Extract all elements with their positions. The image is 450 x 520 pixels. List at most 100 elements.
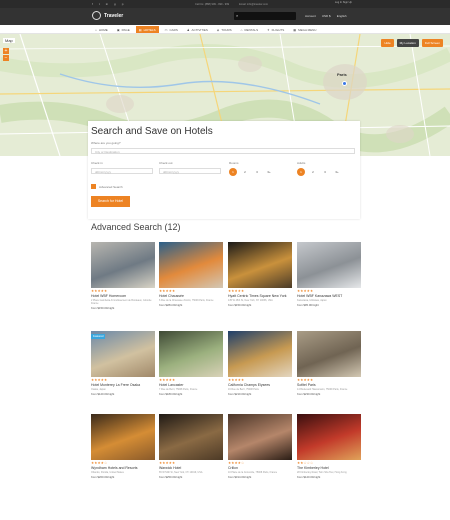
hotel-photo[interactable]	[228, 331, 292, 377]
hotel-card[interactable]: ★★★★★ California Champs Elysees 16 Rue de …	[228, 331, 292, 396]
hotel-card[interactable]: ★★★★★ Hotel Chaussée 6 Rue de la Chaussée …	[159, 242, 223, 307]
hotel-card[interactable]: ★★★★★ Hotel WBF Kanazawa WEST Kanazawa, Is…	[297, 242, 361, 307]
star-rating: ★★★★☆	[228, 461, 245, 465]
hotel-photo[interactable]	[159, 414, 223, 460]
hotel-photo[interactable]	[228, 414, 292, 460]
hotel-address: 14 Boulevard Haussmann, 75009 Paris, Fra…	[297, 388, 348, 391]
pinterest-icon[interactable]: p	[122, 2, 124, 6]
hotel-card[interactable]: ★★★★★ Sofitel Paris 14 Boulevard Haussmann…	[297, 331, 361, 396]
checkout-label: Check out	[159, 161, 173, 165]
hotel-photo[interactable]	[297, 414, 361, 460]
star-rating: ★★★★☆	[91, 461, 108, 465]
account-menu[interactable]: Account	[305, 14, 316, 18]
nav-list: ⌂ HOME ▣ PAGE ▤ HOTELS ▭ CARS ♟ ACTIVITIES ◈ TOURS ⌂…	[92, 26, 319, 33]
adults-label: Adults	[297, 161, 306, 165]
hotel-name[interactable]: Warwick Hotel	[159, 466, 223, 470]
rooms-option[interactable]: 3+	[265, 168, 273, 176]
login-links[interactable]: Log In Sign Up	[335, 1, 352, 4]
hotel-card[interactable]: Featured ★★★★★ Hotel Monterey La Frere Osa…	[91, 331, 155, 396]
hotel-photo[interactable]: Featured	[91, 331, 155, 377]
hotel-name[interactable]: Wyndham Hotels and Resorts	[91, 466, 155, 470]
checkout-placeholder: dd/mm/yyyy	[163, 170, 180, 174]
checkin-input[interactable]: dd/mm/yyyy	[91, 168, 153, 174]
hotel-card[interactable]: ★★☆☆☆ The Kimberley Hotel 28 Kimberley Roa…	[297, 414, 361, 479]
nav-icon: ◈	[216, 27, 220, 32]
nav-item-rentals[interactable]: ⌂ RENTALS	[238, 26, 261, 33]
nav-item-home[interactable]: ⌂ HOME	[92, 26, 111, 33]
nav-item-page[interactable]: ▣ PAGE	[114, 26, 133, 33]
hotel-name[interactable]: Hotel Lancaster	[159, 383, 223, 387]
hotel-photo[interactable]	[159, 331, 223, 377]
rooms-option[interactable]: 2	[241, 168, 249, 176]
hotel-photo[interactable]	[91, 414, 155, 460]
hotel-photo[interactable]	[297, 242, 361, 288]
nav-label: CARS	[169, 27, 178, 32]
facebook-icon[interactable]: f	[92, 2, 93, 6]
currency-select[interactable]: USD $	[322, 14, 331, 18]
search-hotel-button[interactable]: Search for Hotel	[91, 196, 130, 207]
social-links: f t in g p	[92, 2, 123, 6]
header-search-input[interactable]: ⌕	[234, 12, 296, 20]
destination-input[interactable]: City or Destination	[91, 148, 355, 154]
hotel-name[interactable]: Hotel WBF Homeroom	[91, 294, 155, 298]
zoom-in-button[interactable]: +	[3, 48, 9, 54]
adults-option[interactable]: 1	[297, 168, 305, 176]
nav-item-flights[interactable]: ✈ FLIGHTS	[264, 26, 287, 33]
advanced-search-toggle[interactable]: Advanced Search	[91, 184, 123, 189]
hotel-card[interactable]: ★★★★★ Hyatt Centric Times Square New York…	[228, 242, 292, 307]
nav-item-activities[interactable]: ♟ ACTIVITIES	[184, 26, 211, 33]
nav-item-hotels[interactable]: ▤ HOTELS	[135, 26, 159, 33]
site-logo[interactable]: Traveler	[92, 11, 123, 20]
hotel-address: Osaka, Japan	[91, 388, 106, 391]
hotel-price: from $284.00/night	[159, 303, 183, 307]
hotel-address: 2 Place Gambetta Arrondissement de Borde…	[91, 299, 152, 305]
language-select[interactable]: English	[337, 14, 347, 18]
nav-item-tours[interactable]: ◈ TOURS	[214, 26, 235, 33]
hotel-price: from $314.00/night	[228, 475, 252, 479]
hotel-address: 135 W 45th St, New York, NY 10036, USA	[228, 299, 273, 302]
my-location-button[interactable]: My Location	[396, 39, 419, 47]
hotel-price: from $120.00/night	[297, 475, 321, 479]
linkedin-icon[interactable]: in	[106, 2, 108, 6]
rooms-option[interactable]: 3	[253, 168, 261, 176]
hotel-name[interactable]: Hotel Monterey La Frere Osaka	[91, 383, 155, 387]
hotel-name[interactable]: Hyatt Centric Times Square New York	[228, 294, 292, 298]
hotel-card[interactable]: ★★★★☆ Crillon 10 Place de la Concorde, 750…	[228, 414, 292, 479]
hotel-photo[interactable]	[91, 242, 155, 288]
rooms-option[interactable]: 1	[229, 168, 237, 176]
adults-option[interactable]: 2	[309, 168, 317, 176]
hotel-card[interactable]: ★★★★★ Hotel WBF Homeroom 2 Place Gambetta …	[91, 242, 155, 310]
hotel-photo[interactable]	[228, 242, 292, 288]
adults-option[interactable]: 3+	[333, 168, 341, 176]
google-icon[interactable]: g	[114, 2, 116, 6]
hotel-name[interactable]: The Kimberley Hotel	[297, 466, 361, 470]
hotel-name[interactable]: California Champs Elysees	[228, 383, 292, 387]
hotel-photo[interactable]	[297, 331, 361, 377]
twitter-icon[interactable]: t	[99, 2, 100, 6]
hotel-address: 6 Rue de la Chaussée d'Antin, 75009 Pari…	[159, 299, 214, 302]
adults-option[interactable]: 3	[321, 168, 329, 176]
hotel-name[interactable]: Sofitel Paris	[297, 383, 361, 387]
zoom-controls: + −	[3, 48, 9, 62]
hide-map-button[interactable]: Hide	[381, 39, 394, 47]
nav-item-mega-menu[interactable]: ▦ MEGA MENU	[290, 26, 319, 33]
map-city-label: Paris	[337, 72, 347, 77]
hotel-card[interactable]: ★★★★★ Hotel Lancaster 7 Rue de Berri, 7500…	[159, 331, 223, 396]
hotel-name[interactable]: Crillon	[228, 466, 292, 470]
location-pin-icon[interactable]	[342, 81, 347, 86]
zoom-out-button[interactable]: −	[3, 55, 9, 61]
hotel-address: Orlando, Florida, United States	[91, 471, 124, 474]
hotel-card[interactable]: ★★★★★ Warwick Hotel 65 W 54th St, New York…	[159, 414, 223, 479]
hotel-name[interactable]: Hotel WBF Kanazawa WEST	[297, 294, 361, 298]
hotel-photo[interactable]	[159, 242, 223, 288]
checkout-input[interactable]: dd/mm/yyyy	[159, 168, 221, 174]
contact-info: Call Us: (888) 999 - 999 - 999 Email: in…	[195, 3, 268, 6]
hotel-address: Kanazawa, Ishikawa, Japan	[297, 299, 327, 302]
hotel-card[interactable]: ★★★★☆ Wyndham Hotels and Resorts Orlando, …	[91, 414, 155, 479]
main-header: Traveler ⌕ Account USD $ English	[0, 8, 450, 25]
nav-label: HOME	[98, 27, 108, 32]
nav-item-cars[interactable]: ▭ CARS	[162, 26, 181, 33]
full-screen-button[interactable]: Full Screen	[421, 39, 443, 47]
nav-label: TOURS	[221, 27, 232, 32]
hotel-name[interactable]: Hotel Chaussée	[159, 294, 223, 298]
